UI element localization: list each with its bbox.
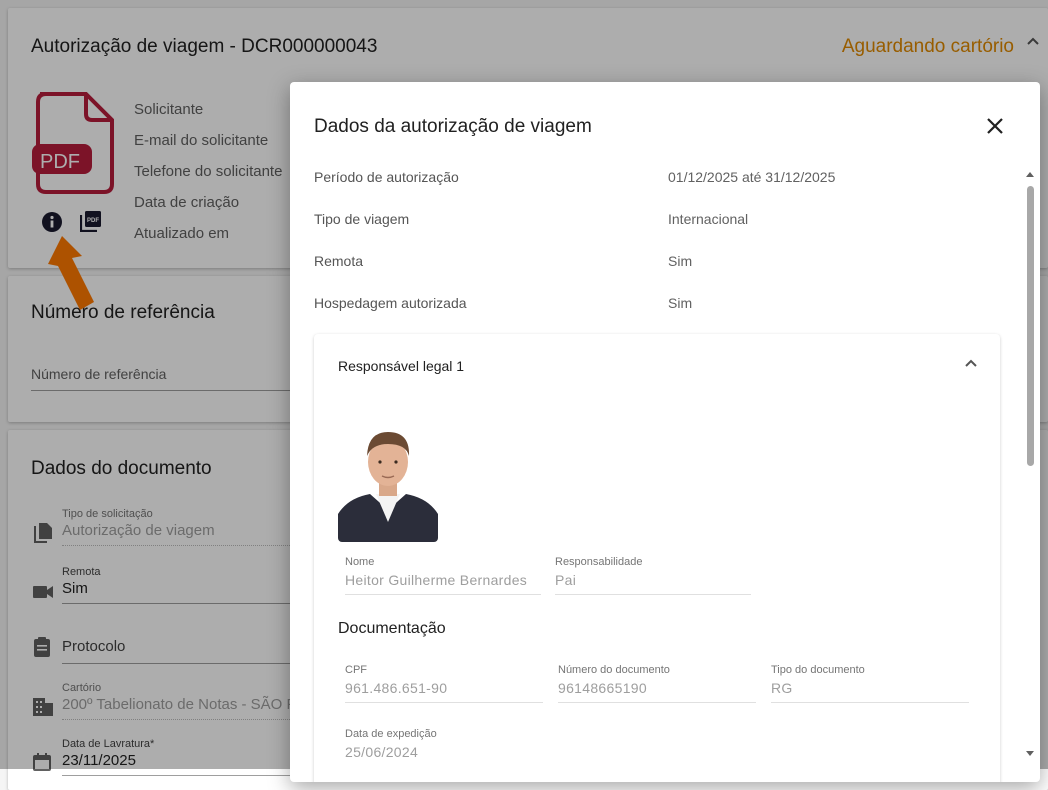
detail-value: 01/12/2025 até 31/12/2025	[668, 169, 836, 185]
field-label: Número do documento	[558, 664, 670, 676]
scroll-up-arrow-icon[interactable]	[1026, 170, 1034, 178]
field-label: Data de expedição	[345, 728, 437, 740]
scroll-down-arrow-icon[interactable]	[1026, 750, 1034, 758]
field-value: Pai	[555, 572, 577, 588]
responsibility-field: Responsabilidade Pai	[555, 556, 751, 595]
panel-title[interactable]: Responsável legal 1	[338, 358, 464, 374]
issue-date-field: Data de expedição 25/06/2024	[345, 728, 543, 760]
chevron-up-icon[interactable]	[964, 356, 978, 370]
detail-value: Sim	[668, 295, 693, 311]
detail-value: Sim	[668, 253, 693, 269]
guardian-photo	[338, 414, 438, 542]
document-type-field: Tipo do documento RG	[771, 664, 969, 703]
field-value: 25/06/2024	[345, 744, 419, 760]
field-label: CPF	[345, 664, 367, 676]
cpf-field: CPF 961.486.651-90	[345, 664, 543, 703]
close-icon[interactable]	[983, 114, 1007, 138]
field-value: RG	[771, 680, 793, 696]
detail-label: Hospedagem autorizada	[314, 295, 467, 311]
travel-authorization-dialog: Dados da autorização de viagem Período d…	[290, 82, 1040, 782]
document-number-field: Número do documento 96148665190	[558, 664, 756, 703]
field-value: Heitor Guilherme Bernardes	[345, 572, 528, 588]
field-label: Tipo do documento	[771, 664, 865, 676]
field-value: 961.486.651-90	[345, 680, 448, 696]
detail-label: Remota	[314, 253, 364, 269]
field-value: 96148665190	[558, 680, 647, 696]
name-field: Nome Heitor Guilherme Bernardes	[345, 556, 541, 595]
documentation-section-title: Documentação	[338, 620, 446, 637]
detail-value: Internacional	[668, 211, 749, 227]
legal-guardian-panel: Responsável legal 1 Nome Heitor Guilherm…	[314, 334, 1000, 782]
dialog-scrollbar[interactable]	[1024, 170, 1036, 764]
field-label: Responsabilidade	[555, 556, 643, 568]
detail-label: Período de autorização	[314, 169, 459, 185]
detail-label: Tipo de viagem	[314, 211, 410, 227]
dialog-title: Dados da autorização de viagem	[314, 116, 592, 137]
scroll-thumb[interactable]	[1027, 186, 1034, 466]
field-label: Nome	[345, 556, 375, 568]
